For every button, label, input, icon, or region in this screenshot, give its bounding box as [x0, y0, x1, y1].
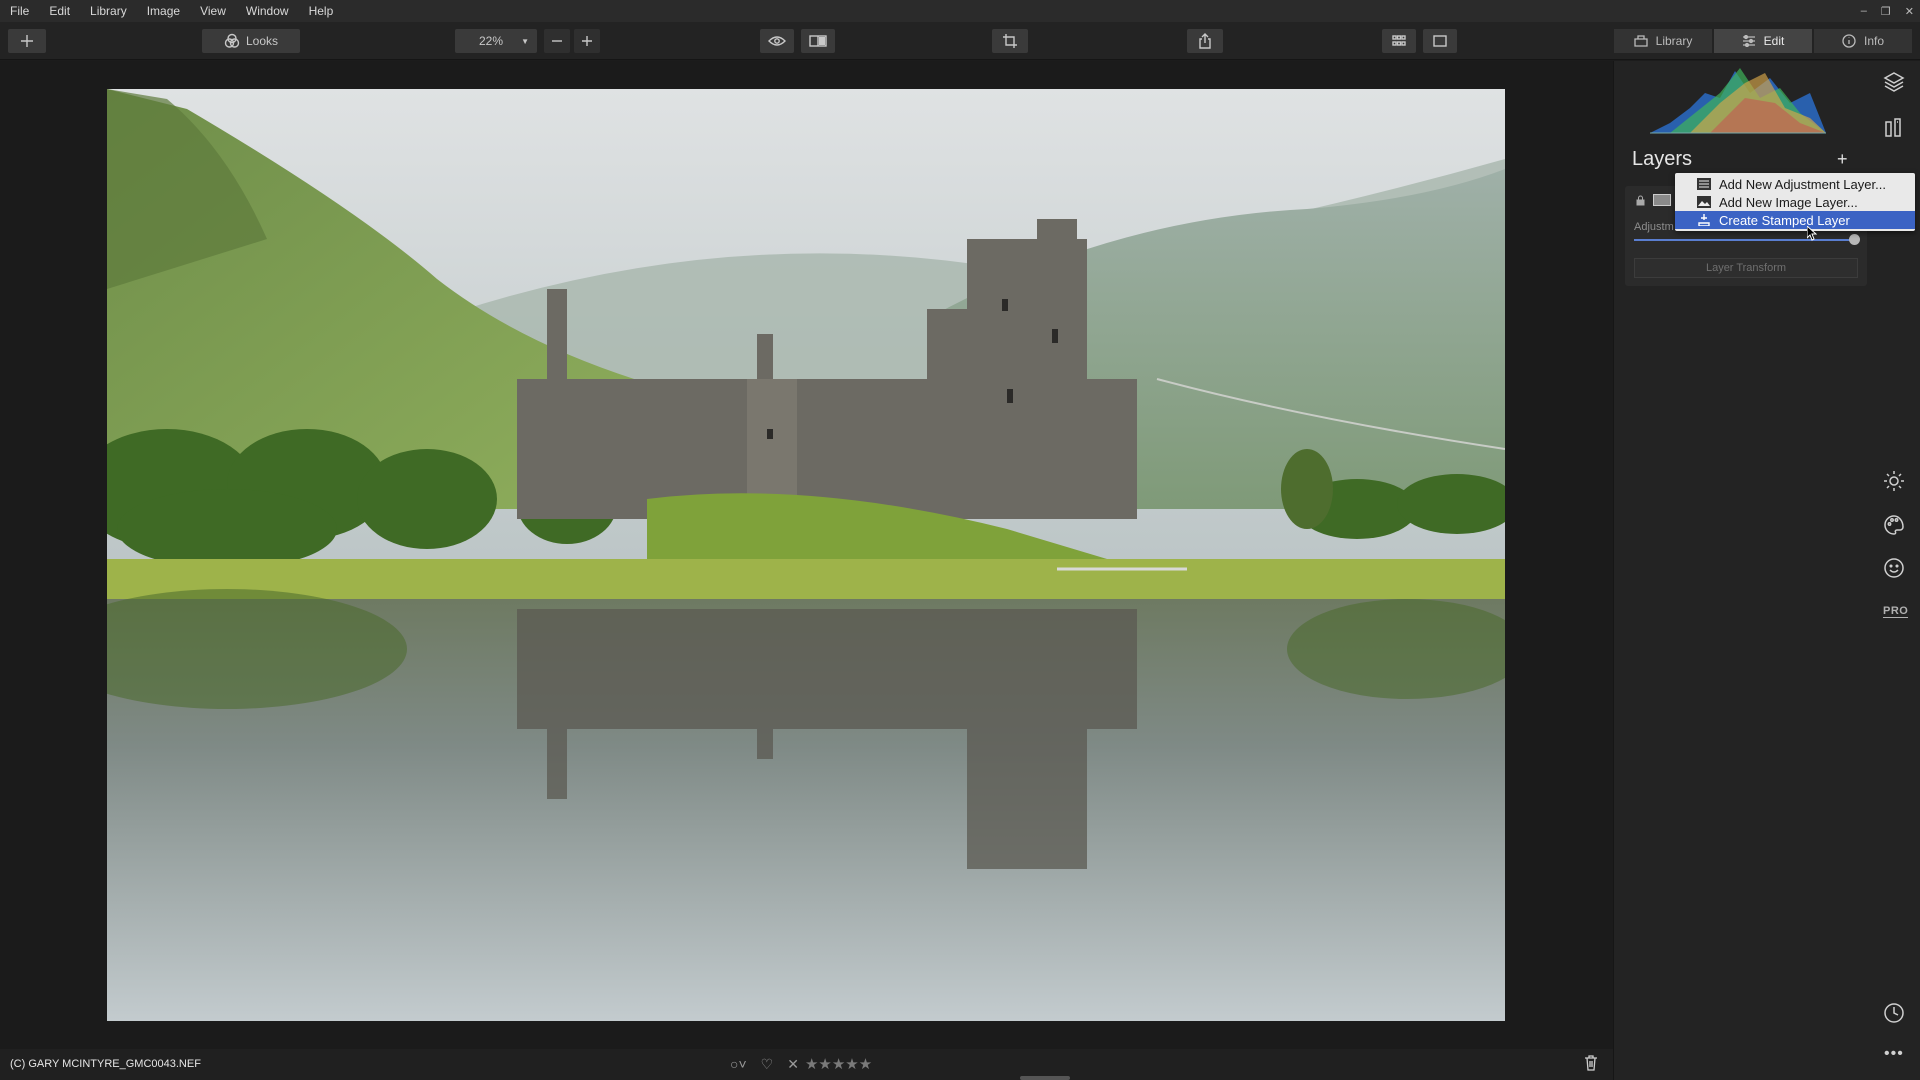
zoom-value: 22%	[479, 34, 504, 48]
window-controls: – ❐ ✕	[1861, 0, 1914, 22]
minus-icon	[552, 40, 562, 42]
layer-amount-slider-knob[interactable]	[1849, 234, 1860, 245]
creative-panel-button[interactable]	[1883, 514, 1905, 541]
menu-item-label: Add New Image Layer...	[1719, 194, 1858, 210]
filename-label: (C) GARY MCINTYRE_GMC0043.NEF	[10, 1058, 201, 1070]
sliders-icon	[1742, 35, 1755, 47]
stamp-icon	[1698, 214, 1710, 226]
eye-icon	[768, 36, 786, 46]
trash-icon	[1585, 1055, 1597, 1071]
layer-transform-button[interactable]: Layer Transform	[1634, 258, 1858, 278]
status-bar: (C) GARY MCINTYRE_GMC0043.NEF ○˅ ♡ ✕ ★★★…	[0, 1049, 1613, 1080]
menu-window[interactable]: Window	[236, 4, 299, 18]
filmstrip-handle[interactable]	[1020, 1076, 1070, 1080]
menu-image[interactable]: Image	[137, 4, 190, 18]
crop-icon	[1003, 34, 1017, 48]
add-image-button[interactable]	[8, 29, 46, 53]
plus-icon	[582, 36, 592, 46]
panels-icon	[1885, 118, 1901, 137]
zoom-out-button[interactable]	[544, 29, 570, 53]
star-rating[interactable]: ★★★★★	[805, 1055, 872, 1073]
rating-controls: ○˅ ♡ ✕ ★★★★★	[730, 1055, 872, 1074]
palette-icon	[1884, 515, 1904, 535]
face-icon	[1884, 558, 1904, 578]
menu-item-create-stamped-layer[interactable]: Create Stamped Layer	[1675, 211, 1915, 229]
presets-panel-button[interactable]	[1883, 117, 1905, 144]
share-icon	[1199, 33, 1211, 49]
grid-view-button[interactable]	[1382, 29, 1416, 53]
preview-toggle-button[interactable]	[760, 29, 794, 53]
layers-panel-button[interactable]	[1883, 71, 1905, 98]
chevron-down-icon: ▼	[521, 36, 529, 46]
single-image-icon	[1433, 35, 1447, 47]
add-layer-menu: Add New Adjustment Layer... Add New Imag…	[1675, 173, 1915, 231]
menu-edit[interactable]: Edit	[39, 4, 80, 18]
menu-library[interactable]: Library	[80, 4, 137, 18]
reject-icon[interactable]: ✕	[787, 1056, 799, 1073]
import-icon	[1634, 35, 1648, 47]
layers-title: Layers	[1632, 148, 1693, 170]
plus-icon: +	[1837, 149, 1848, 169]
menu-item-add-image-layer[interactable]: Add New Image Layer...	[1675, 193, 1915, 211]
image-layer-icon	[1697, 196, 1711, 208]
plus-icon	[21, 35, 33, 47]
compare-icon	[809, 35, 827, 47]
menu-bar: File Edit Library Image View Window Help…	[0, 0, 1920, 22]
zoom-select[interactable]: 22% ▼	[455, 29, 537, 53]
minimize-icon[interactable]: –	[1861, 5, 1867, 17]
delete-button[interactable]	[1584, 1055, 1598, 1074]
add-layer-button[interactable]: +	[1837, 149, 1848, 170]
info-icon	[1842, 34, 1856, 48]
compare-button[interactable]	[801, 29, 835, 53]
tab-library-label: Library	[1655, 34, 1693, 48]
crop-button[interactable]	[992, 29, 1028, 53]
castle-landscape-photo	[107, 89, 1505, 1021]
menu-help[interactable]: Help	[299, 4, 344, 18]
layer-amount-slider[interactable]	[1634, 239, 1854, 241]
adjustment-layer-icon	[1697, 178, 1711, 190]
tab-library[interactable]: Library	[1614, 29, 1712, 53]
menu-file[interactable]: File	[0, 4, 39, 18]
tab-edit-label: Edit	[1763, 34, 1785, 48]
more-options-icon[interactable]: •••	[1884, 1045, 1904, 1063]
portrait-panel-button[interactable]	[1883, 557, 1905, 584]
toolbar: Looks 22% ▼ Library Edit Info	[0, 22, 1920, 60]
mode-tabs: Library Edit Info	[1612, 29, 1912, 53]
looks-icon	[224, 33, 240, 48]
layers-icon	[1883, 72, 1905, 92]
menu-item-label: Add New Adjustment Layer...	[1719, 176, 1886, 192]
image-canvas	[0, 61, 1613, 1049]
close-icon[interactable]: ✕	[1905, 5, 1914, 18]
looks-label: Looks	[245, 34, 279, 48]
export-button[interactable]	[1187, 29, 1223, 53]
heart-icon[interactable]: ♡	[761, 1056, 774, 1073]
restore-icon[interactable]: ❐	[1881, 5, 1891, 18]
pro-panel-button[interactable]: PRO	[1883, 605, 1909, 618]
essentials-panel-button[interactable]	[1883, 470, 1905, 497]
zoom-in-button[interactable]	[574, 29, 600, 53]
grid-icon	[1392, 35, 1406, 46]
single-view-button[interactable]	[1423, 29, 1457, 53]
layer-thumbnail[interactable]	[1653, 194, 1671, 206]
lock-icon[interactable]	[1636, 195, 1645, 206]
history-button[interactable]	[1883, 1002, 1905, 1029]
sun-icon	[1884, 471, 1904, 491]
histogram	[1650, 68, 1826, 134]
tab-info-label: Info	[1863, 34, 1884, 48]
clock-icon	[1884, 1003, 1904, 1023]
menu-item-add-adjustment-layer[interactable]: Add New Adjustment Layer...	[1675, 175, 1915, 193]
layer-amount-label: Adjustm	[1634, 221, 1674, 233]
color-label-icon[interactable]: ○˅	[730, 1056, 747, 1072]
photo-image[interactable]	[107, 89, 1505, 1021]
mouse-cursor-icon	[1807, 226, 1817, 241]
looks-button[interactable]: Looks	[202, 29, 300, 53]
tab-info[interactable]: Info	[1814, 29, 1912, 53]
tab-edit[interactable]: Edit	[1714, 29, 1812, 53]
menu-view[interactable]: View	[190, 4, 236, 18]
menu-item-label: Create Stamped Layer	[1719, 212, 1850, 228]
